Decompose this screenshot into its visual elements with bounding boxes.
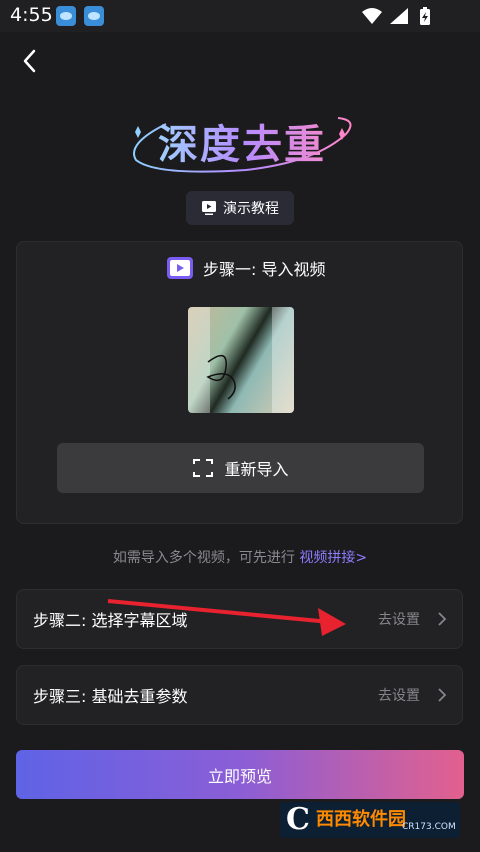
hero-title-text: 深度去重	[158, 112, 326, 170]
chevron-right-icon	[438, 612, 447, 626]
step1-title: 步骤一: 导入视频	[203, 260, 326, 279]
watermark-sub: CR173.COM	[402, 822, 456, 832]
tutorial-label: 演示教程	[223, 201, 279, 217]
signal-icon	[390, 8, 408, 24]
battery-icon	[420, 7, 430, 25]
wifi-icon	[362, 8, 382, 24]
preview-label: 立即预览	[207, 766, 272, 786]
preview-button[interactable]: 立即预览	[16, 750, 464, 799]
notification-app-icon	[56, 6, 76, 26]
step3-label: 步骤三: 基础去重参数	[33, 687, 188, 706]
hint-text: 如需导入多个视频，可先进行	[112, 550, 300, 566]
step1-card: 步骤一: 导入视频 重新导入	[16, 241, 463, 524]
refresh-icon	[193, 459, 214, 477]
watermark-c-glyph: C	[286, 802, 310, 837]
step2-row[interactable]: 步骤二: 选择字幕区域 去设置	[16, 589, 463, 649]
monitor-play-icon	[202, 201, 216, 215]
video-stitch-link[interactable]: 视频拼接>	[299, 550, 367, 566]
chevron-right-icon	[438, 688, 447, 702]
video-thumbnail[interactable]	[188, 307, 294, 413]
video-icon	[167, 257, 193, 279]
system-icons	[360, 6, 450, 30]
step3-action[interactable]: 去设置	[378, 685, 420, 705]
watermark-logo: C 西西软件园 CR173.COM	[280, 802, 460, 838]
tutorial-button[interactable]: 演示教程	[186, 191, 294, 225]
chevron-left-icon	[23, 49, 36, 73]
status-time: 4:55	[10, 4, 53, 26]
reimport-button[interactable]: 重新导入	[57, 443, 424, 493]
notification-app-icon	[84, 6, 104, 26]
multi-video-hint: 如需导入多个视频，可先进行 视频拼接>	[0, 547, 480, 567]
watermark-main: 西西软件园	[316, 809, 406, 830]
step3-row[interactable]: 步骤三: 基础去重参数 去设置	[16, 665, 463, 725]
step1-header: 步骤一: 导入视频	[167, 256, 325, 280]
back-button[interactable]	[14, 44, 48, 78]
reimport-label: 重新导入	[224, 460, 289, 479]
step2-action[interactable]: 去设置	[378, 609, 420, 629]
step2-label: 步骤二: 选择字幕区域	[33, 611, 188, 630]
status-bar: 4:55	[0, 0, 480, 32]
hero-title: 深度去重	[126, 104, 356, 188]
